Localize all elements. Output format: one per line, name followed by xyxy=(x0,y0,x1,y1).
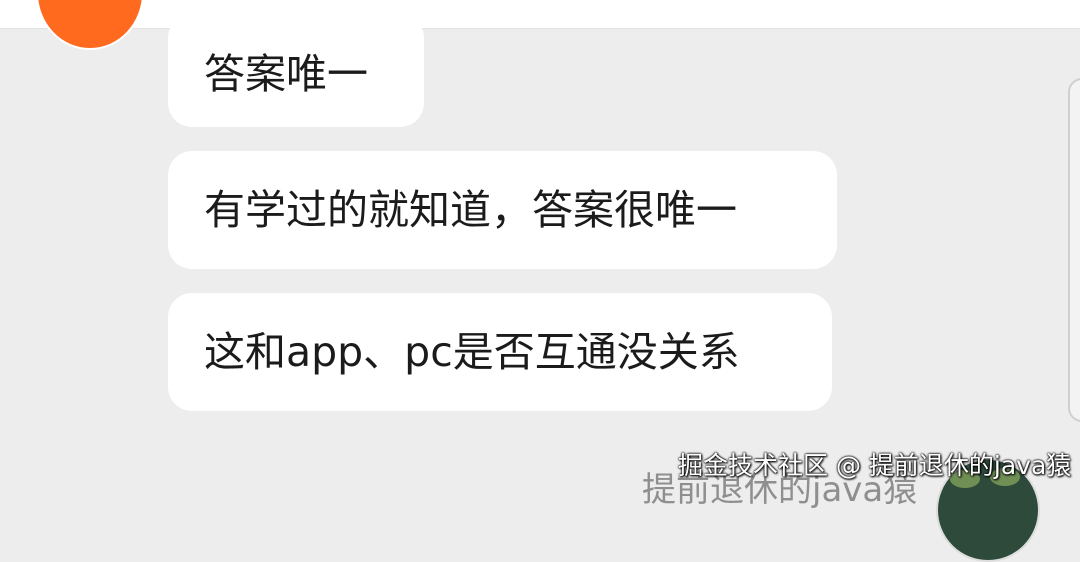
watermark: 掘金技术社区 @ 提前退休的java猿 xyxy=(678,451,1072,480)
message-text: 答案唯一 xyxy=(204,49,368,98)
message-bubble[interactable]: 有学过的就知道，答案很唯一 xyxy=(168,151,837,269)
message-text: 有学过的就知道，答案很唯一 xyxy=(204,186,737,234)
message-bubble[interactable]: 答案唯一 xyxy=(168,14,424,127)
message-bubble[interactable]: 这和app、pc是否互通没关系 xyxy=(168,293,832,411)
top-bar xyxy=(0,0,1080,29)
scrollbar[interactable] xyxy=(1068,78,1080,422)
sender-avatar[interactable] xyxy=(38,0,142,48)
message-text: 这和app、pc是否互通没关系 xyxy=(204,328,740,376)
